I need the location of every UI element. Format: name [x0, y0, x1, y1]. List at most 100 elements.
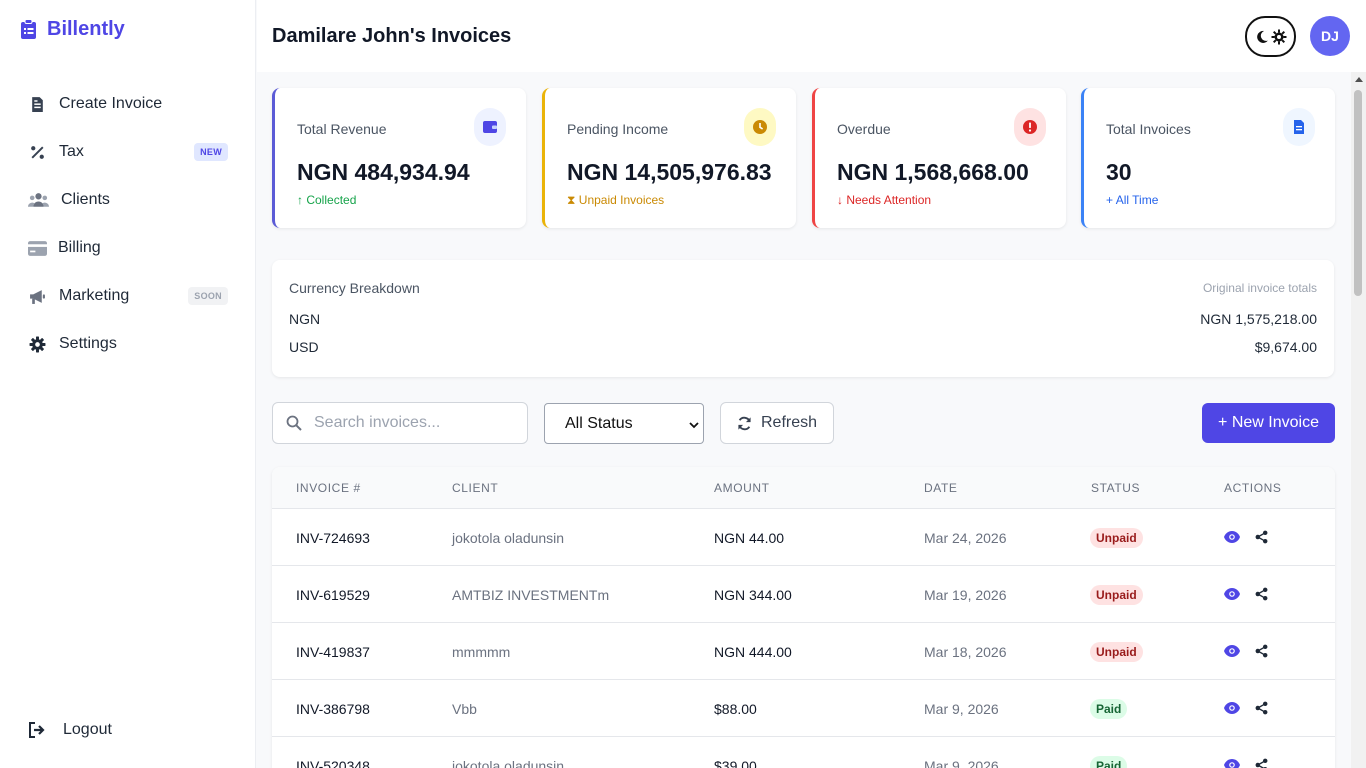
view-icon[interactable]	[1224, 530, 1240, 544]
gear-icon	[27, 334, 47, 354]
table-row[interactable]: INV-520348 jokotola oladunsin $39.00 Mar…	[272, 737, 1335, 768]
megaphone-icon	[27, 286, 47, 306]
view-icon[interactable]	[1224, 644, 1240, 658]
plus-icon: +	[1106, 193, 1114, 207]
stat-label: Overdue	[837, 121, 891, 137]
invoice-amount: $88.00	[714, 701, 757, 717]
sidebar-item-label: Create Invoice	[59, 95, 163, 112]
status-badge: Paid	[1090, 699, 1128, 719]
status-badge: Unpaid	[1090, 585, 1143, 605]
soon-badge: SOON	[188, 287, 228, 305]
search-box[interactable]	[272, 402, 528, 444]
sidebar-nav: Create Invoice Tax NEW Clients Billing M…	[0, 80, 256, 368]
stat-sub: ↓ Needs Attention	[837, 193, 931, 207]
currency-title: Currency Breakdown	[289, 280, 420, 296]
table-row[interactable]: INV-724693 jokotola oladunsin NGN 44.00 …	[272, 509, 1335, 566]
currency-code: NGN	[289, 311, 321, 327]
sidebar-item-clients[interactable]: Clients	[0, 176, 256, 224]
brand-logo[interactable]: Billently	[20, 18, 125, 41]
file-invoice-icon	[27, 94, 47, 114]
credit-card-icon	[27, 238, 47, 258]
stat-value: NGN 1,568,668.00	[837, 159, 1029, 185]
scroll-thumb[interactable]	[1354, 90, 1362, 296]
currency-breakdown-panel: Currency Breakdown Original invoice tota…	[272, 260, 1334, 377]
invoice-date: Mar 19, 2026	[924, 587, 1007, 603]
view-icon[interactable]	[1224, 701, 1240, 715]
sidebar-item-create-invoice[interactable]: Create Invoice	[0, 80, 256, 128]
invoice-number: INV-724693	[296, 530, 370, 546]
share-icon[interactable]	[1255, 701, 1268, 715]
new-badge: NEW	[194, 143, 228, 161]
share-icon[interactable]	[1255, 587, 1268, 601]
refresh-button[interactable]: Refresh	[720, 402, 834, 444]
view-icon[interactable]	[1224, 587, 1240, 601]
client-name: jokotola oladunsin	[452, 530, 565, 546]
table-row[interactable]: INV-386798 Vbb $88.00 Mar 9, 2026 Paid	[272, 680, 1335, 737]
stat-sub: ↑ Collected	[297, 193, 356, 207]
avatar[interactable]: DJ	[1310, 16, 1350, 56]
stat-sub: + All Time	[1106, 193, 1158, 207]
percent-icon	[27, 142, 47, 162]
new-invoice-button[interactable]: + New Invoice	[1202, 403, 1335, 443]
stat-value: 30	[1106, 159, 1132, 185]
search-icon	[286, 415, 302, 431]
stat-card-pending-income: Pending Income NGN 14,505,976.83 ⧗ Unpai…	[542, 88, 796, 228]
stat-sub-text: Needs Attention	[846, 193, 932, 207]
invoice-number: INV-419837	[296, 644, 370, 660]
column-header-actions: ACTIONS	[1224, 481, 1282, 495]
invoice-number: INV-619529	[296, 587, 370, 603]
invoice-number: INV-386798	[296, 701, 370, 717]
logout-button[interactable]: Logout	[27, 720, 112, 740]
stat-sub: ⧗ Unpaid Invoices	[567, 193, 664, 208]
clock-icon	[744, 108, 776, 146]
column-header-invoice: INVOICE #	[296, 481, 361, 495]
scroll-up-arrow[interactable]	[1355, 77, 1363, 82]
status-badge: Unpaid	[1090, 642, 1143, 662]
column-header-client: CLIENT	[452, 481, 499, 495]
sidebar-item-label: Billing	[58, 239, 101, 256]
share-icon[interactable]	[1255, 644, 1268, 658]
table-row[interactable]: INV-619529 AMTBIZ INVESTMENTm NGN 344.00…	[272, 566, 1335, 623]
share-icon[interactable]	[1255, 758, 1268, 768]
top-header: Damilare John's Invoices DJ	[257, 0, 1366, 72]
table-header: INVOICE # CLIENT AMOUNT DATE STATUS ACTI…	[272, 467, 1335, 509]
sidebar-item-label: Clients	[61, 191, 110, 208]
sidebar-item-marketing[interactable]: Marketing SOON	[0, 272, 256, 320]
currency-total: NGN 1,575,218.00	[1200, 311, 1317, 327]
chevron-down-icon	[689, 422, 699, 429]
currency-code: USD	[289, 339, 319, 355]
document-icon	[1283, 108, 1315, 146]
column-header-amount: AMOUNT	[714, 481, 770, 495]
table-row[interactable]: INV-419837 mmmmm NGN 444.00 Mar 18, 2026…	[272, 623, 1335, 680]
brand-name: Billently	[47, 18, 125, 40]
currency-row-usd: USD $9,674.00	[289, 339, 1317, 357]
sidebar-item-settings[interactable]: Settings	[0, 320, 256, 368]
logout-icon	[27, 720, 47, 740]
client-name: Vbb	[452, 701, 477, 717]
currency-total: $9,674.00	[1254, 339, 1317, 355]
arrow-down-icon: ↓	[837, 193, 843, 207]
sidebar-item-billing[interactable]: Billing	[0, 224, 256, 272]
share-icon[interactable]	[1255, 530, 1268, 544]
invoice-amount: NGN 344.00	[714, 587, 792, 603]
moon-icon	[1256, 30, 1268, 43]
sidebar-item-label: Marketing	[59, 287, 130, 304]
status-filter-select[interactable]: All Status	[544, 403, 704, 444]
invoice-date: Mar 9, 2026	[924, 758, 999, 768]
wallet-icon	[474, 108, 506, 146]
stat-label: Pending Income	[567, 121, 669, 137]
hourglass-icon: ⧗	[567, 193, 576, 207]
stat-sub-text: Unpaid Invoices	[578, 193, 665, 207]
search-input[interactable]	[314, 414, 514, 432]
view-icon[interactable]	[1224, 758, 1240, 768]
invoice-date: Mar 24, 2026	[924, 530, 1007, 546]
client-name: jokotola oladunsin	[452, 758, 565, 768]
refresh-icon	[738, 416, 751, 430]
client-name: mmmmm	[452, 644, 511, 660]
currency-row-ngn: NGN NGN 1,575,218.00	[289, 311, 1317, 329]
invoice-amount: $39.00	[714, 758, 757, 768]
status-badge: Unpaid	[1090, 528, 1143, 548]
scrollbar[interactable]	[1351, 72, 1366, 768]
sidebar-item-tax[interactable]: Tax NEW	[0, 128, 256, 176]
theme-toggle-button[interactable]	[1245, 16, 1296, 57]
